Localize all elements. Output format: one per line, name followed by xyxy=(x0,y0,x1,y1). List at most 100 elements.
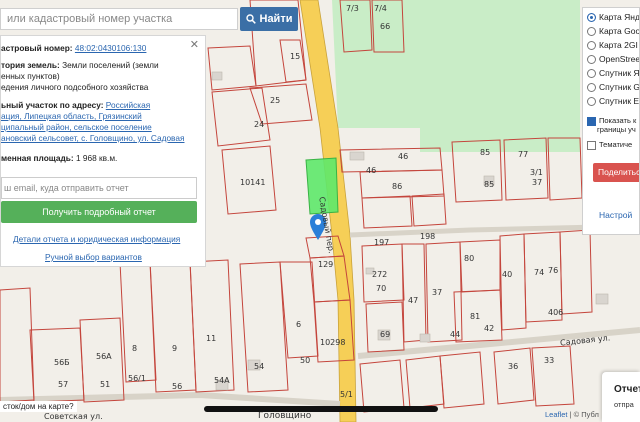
parcel-label: 85 xyxy=(480,148,491,157)
leaflet-link[interactable]: Leaflet xyxy=(545,410,568,419)
address-link[interactable]: ановский сельсовет, с. Головщино, ул. Са… xyxy=(1,133,184,144)
parcel-label: 406 xyxy=(548,308,564,317)
parcel-label: 80 xyxy=(464,254,475,263)
parcel-label: 86 xyxy=(392,182,403,191)
cad-number-link[interactable]: 48:02:0430106:130 xyxy=(75,43,147,53)
parcel-label: 37 xyxy=(532,178,543,187)
layer-option[interactable]: Карта Янд xyxy=(587,12,639,23)
radio-icon xyxy=(587,83,596,93)
parcel-label: 36 xyxy=(508,362,519,371)
report-title: Отчет xyxy=(614,384,640,395)
parcel-label: 54А xyxy=(214,376,230,385)
report-popup[interactable]: Отчет отпра xyxy=(602,372,640,422)
parcel-label: 10298 xyxy=(320,338,346,347)
checkbox-icon xyxy=(587,140,596,150)
parcel-label: 198 xyxy=(420,232,436,241)
email-field[interactable]: ш email, куда отправить отчет xyxy=(1,177,197,199)
parcel-label: 46 xyxy=(398,152,409,161)
radio-icon xyxy=(587,97,596,107)
layer-option[interactable]: Карта 2GI xyxy=(587,40,638,51)
parcel-info-panel: ✕ астровый номер: 48:02:0430106:130 тори… xyxy=(0,35,206,267)
usage-value: едения личного подсобного хозяйства xyxy=(1,82,149,92)
parcel-label: 5/1 xyxy=(340,390,353,399)
parcel-label: 56А xyxy=(96,352,112,361)
parcel-label: 69 xyxy=(380,330,391,339)
parcel-label: 197 xyxy=(374,238,390,247)
parcel-label: 11 xyxy=(206,334,217,343)
parcel-label: 44 xyxy=(450,330,461,339)
search-input[interactable]: или кадастровый номер участка xyxy=(0,8,238,30)
layer-option[interactable]: OpenStree xyxy=(587,54,639,65)
parcel-label: 51 xyxy=(100,380,111,389)
parcel-label: 66 xyxy=(380,22,391,31)
address-link[interactable]: Российская xyxy=(106,100,150,110)
parcel-label: 40 xyxy=(502,270,513,279)
close-icon[interactable]: ✕ xyxy=(190,38,199,51)
radio-icon xyxy=(587,55,596,65)
get-report-button[interactable]: Получить подробный отчет xyxy=(1,201,197,223)
settings-link[interactable]: Настрой xyxy=(599,210,632,220)
layers-panel: Карта Янд Карта Goo Карта 2GI OpenStree … xyxy=(582,7,640,235)
search-button[interactable]: Найти xyxy=(240,7,298,31)
parcel-label: 47 xyxy=(408,296,419,305)
parcel-label: 56Б xyxy=(54,358,70,367)
show-boundaries-label: границы уч xyxy=(597,125,636,134)
parcel-label: 6 xyxy=(296,320,302,329)
search-icon xyxy=(245,14,256,24)
parcel-label: 54 xyxy=(254,362,265,371)
area-value: 1 968 кв.м. xyxy=(75,153,118,163)
parcel-label: 25 xyxy=(270,96,281,105)
parcel-label: 33 xyxy=(544,356,555,365)
radio-icon xyxy=(587,13,596,23)
category-value: Земли поселений (земли xyxy=(62,60,159,70)
parcel-label: 74 xyxy=(534,268,545,277)
cad-number-label: астровый номер: xyxy=(1,43,73,53)
parcel-label: 24 xyxy=(254,120,265,129)
checkbox-icon xyxy=(587,116,596,126)
parcel-label: 10141 xyxy=(240,178,266,187)
report-subtitle: отпра xyxy=(614,400,634,409)
parcel-label: 76 xyxy=(548,266,559,275)
parcel-label: 7/3 xyxy=(346,4,359,13)
street-label-sovetskaya: Советская ул. xyxy=(44,412,103,421)
layer-option[interactable]: Спутник E xyxy=(587,96,639,107)
radio-icon xyxy=(587,27,596,37)
layer-option[interactable]: Спутник G xyxy=(587,82,639,93)
report-details-link[interactable]: Детали отчета и юридическая информация xyxy=(13,234,180,245)
address-link[interactable]: ципальный район, сельское поселение xyxy=(1,122,152,133)
parcel-label: 50 xyxy=(300,356,311,365)
parcel-label: 77 xyxy=(518,150,529,159)
parcel-label: 85 xyxy=(484,180,495,189)
search-button-label: Найти xyxy=(259,13,293,25)
parcel-label: 3/1 xyxy=(530,168,543,177)
parcel-label: 129 xyxy=(318,260,334,269)
address-label: ьный участок по адресу: xyxy=(1,100,104,110)
parcel-label: 272 xyxy=(372,270,388,279)
radio-icon xyxy=(587,41,596,51)
bottom-question[interactable]: сток/дом на карте? xyxy=(0,401,77,412)
manual-select-link[interactable]: Ручной выбор вариантов xyxy=(45,252,142,263)
layer-option[interactable]: Карта Goo xyxy=(587,26,639,37)
address-link[interactable]: ация, Липецкая область, Грязинский xyxy=(1,111,142,122)
map-attribution: Leaflet | © Публ xyxy=(545,410,599,419)
attribution-text: | © Публ xyxy=(569,410,599,419)
thematic-checkbox[interactable]: Тематиче xyxy=(587,140,632,150)
parcel-label: 57 xyxy=(58,380,69,389)
parcel-label: 46 xyxy=(366,166,377,175)
parcel-label: 7/4 xyxy=(374,4,387,13)
parcel-label: 42 xyxy=(484,324,495,333)
home-indicator xyxy=(204,406,438,412)
category-label: тория земель: xyxy=(1,60,60,70)
parcel-label: 56/1 xyxy=(128,374,146,383)
parcel-label: 37 xyxy=(432,288,443,297)
area-label: менная площадь: xyxy=(1,153,74,163)
category-value-cont: енных пунктов) xyxy=(1,71,60,81)
share-button[interactable]: Поделиться xyxy=(593,163,639,182)
parcel-label: 15 xyxy=(290,52,301,61)
village-label: Головщино xyxy=(258,411,312,421)
layer-option[interactable]: Спутник Я xyxy=(587,68,639,79)
radio-icon xyxy=(587,69,596,79)
parcel-label: 56 xyxy=(172,382,183,391)
parcel-label: 70 xyxy=(376,284,387,293)
parcel-label: 9 xyxy=(172,344,178,353)
